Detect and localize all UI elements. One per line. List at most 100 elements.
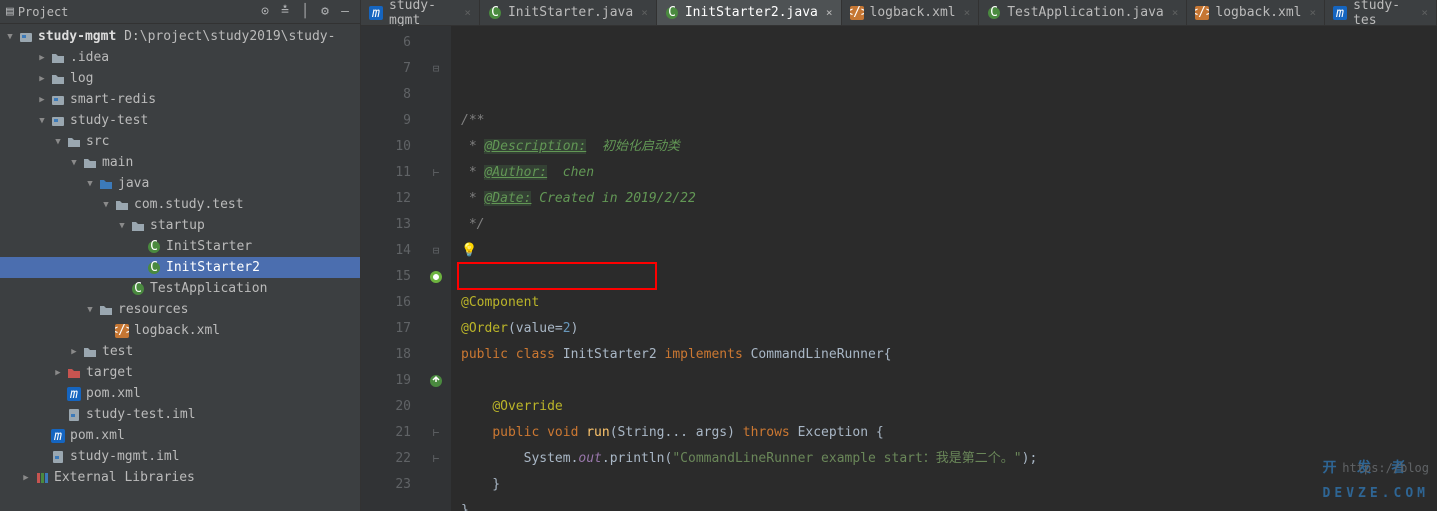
code-line[interactable] — [461, 368, 1437, 394]
expand-icon[interactable]: │ — [296, 3, 314, 21]
close-icon[interactable]: × — [826, 6, 833, 19]
code-content[interactable]: /** * @Description: 初始化启动类 * @Author: ch… — [451, 26, 1437, 511]
gutter-marker: ⊟ — [421, 238, 451, 264]
tab-study-tes[interactable]: mstudy-tes× — [1325, 0, 1437, 25]
tab-logback-xml[interactable]: </>logback.xml× — [842, 0, 980, 25]
line-number: 23 — [361, 472, 411, 498]
tree-item-target[interactable]: ▶target — [0, 362, 360, 383]
iml-icon — [66, 407, 82, 423]
tab-testapplication-java[interactable]: CTestApplication.java× — [979, 0, 1187, 25]
close-icon[interactable]: × — [1172, 6, 1179, 19]
line-number: 8 — [361, 82, 411, 108]
code-line[interactable]: */ — [461, 212, 1437, 238]
tree-item-resources[interactable]: ▼resources — [0, 299, 360, 320]
close-icon[interactable]: × — [641, 6, 648, 19]
svg-text:C: C — [491, 6, 499, 20]
chevron-right-icon[interactable]: ▶ — [36, 95, 48, 105]
code-line[interactable]: * @Description: 初始化启动类 — [461, 134, 1437, 160]
tree-item-study-test-iml[interactable]: study-test.iml — [0, 404, 360, 425]
tree-item-initstarter2[interactable]: CInitStarter2 — [0, 257, 360, 278]
code-line[interactable]: } — [461, 498, 1437, 511]
close-icon[interactable]: × — [964, 6, 971, 19]
gutter-marker: ⊢ — [421, 160, 451, 186]
tree-item-test[interactable]: ▶test — [0, 341, 360, 362]
tab-study-mgmt[interactable]: mstudy-mgmt× — [361, 0, 480, 25]
tree-item-startup[interactable]: ▼ startup — [0, 215, 360, 236]
tree-item-src[interactable]: ▼src — [0, 131, 360, 152]
tree-item-initstarter[interactable]: CInitStarter — [0, 236, 360, 257]
tab-label: InitStarter2.java — [685, 5, 818, 20]
folder-icon — [66, 134, 82, 150]
tab-logback-xml[interactable]: </>logback.xml× — [1187, 0, 1325, 25]
chevron-down-icon[interactable]: ▼ — [36, 116, 48, 126]
tree-item-label: startup — [150, 218, 205, 233]
chevron-down-icon[interactable]: ▼ — [116, 221, 128, 231]
line-number-gutter: 67891011121314151617181920212223 — [361, 26, 421, 511]
class-icon: C — [488, 6, 502, 20]
chevron-down-icon[interactable]: ▼ — [52, 137, 64, 147]
tree-item-main[interactable]: ▼main — [0, 152, 360, 173]
project-tree[interactable]: ▼study-mgmt D:\project\study2019\study-▶… — [0, 24, 360, 511]
chevron-down-icon[interactable]: ▼ — [100, 200, 112, 210]
gutter-marker — [421, 264, 451, 290]
tree-item-external-libraries[interactable]: ▶External Libraries — [0, 467, 360, 488]
chevron-right-icon[interactable]: ▶ — [68, 347, 80, 357]
code-line[interactable]: System.out.println("CommandLineRunner ex… — [461, 446, 1437, 472]
tree-root[interactable]: ▼study-mgmt D:\project\study2019\study- — [0, 26, 360, 47]
tree-item-label: TestApplication — [150, 281, 267, 296]
lib-icon — [34, 470, 50, 486]
chevron-right-icon[interactable]: ▶ — [52, 368, 64, 378]
code-line[interactable]: public class InitStarter2 implements Com… — [461, 342, 1437, 368]
close-icon[interactable]: × — [464, 6, 471, 19]
tree-item-java[interactable]: ▼java — [0, 173, 360, 194]
chevron-down-icon[interactable]: ▼ — [68, 158, 80, 168]
fold-end-icon: ⊢ — [433, 160, 440, 186]
chevron-down-icon[interactable]: ▼ — [84, 305, 96, 315]
code-line[interactable] — [461, 82, 1437, 108]
tab-initstarter-java[interactable]: CInitStarter.java× — [480, 0, 657, 25]
tree-item-testapplication[interactable]: CTestApplication — [0, 278, 360, 299]
code-line[interactable]: @Component — [461, 290, 1437, 316]
code-line[interactable] — [461, 264, 1437, 290]
code-line[interactable]: public void run(String... args) throws E… — [461, 420, 1437, 446]
code-line[interactable]: } — [461, 472, 1437, 498]
fold-gutter: ⊟⊢⊟⊢⊢ — [421, 26, 451, 511]
code-line[interactable]: 💡 — [461, 238, 1437, 264]
tree-item-com-study-test[interactable]: ▼ com.study.test — [0, 194, 360, 215]
tree-item-study-test[interactable]: ▼study-test — [0, 110, 360, 131]
chevron-down-icon[interactable]: ▼ — [84, 179, 96, 189]
tree-item-label: .idea — [70, 50, 109, 65]
tree-item--idea[interactable]: ▶ .idea — [0, 47, 360, 68]
code-line[interactable]: @Override — [461, 394, 1437, 420]
code-area: 67891011121314151617181920212223 ⊟⊢⊟⊢⊢ /… — [361, 26, 1437, 511]
scroll-from-source-icon[interactable]: ≛ — [276, 3, 294, 21]
line-number: 15 — [361, 264, 411, 290]
tree-item-label: com.study.test — [134, 197, 244, 212]
tree-item-log[interactable]: ▶log — [0, 68, 360, 89]
tree-item-logback-xml[interactable]: </>logback.xml — [0, 320, 360, 341]
tree-item-pom-xml[interactable]: mpom.xml — [0, 425, 360, 446]
code-line[interactable]: /** — [461, 108, 1437, 134]
close-icon[interactable]: × — [1309, 6, 1316, 19]
code-line[interactable]: * @Author: chen — [461, 160, 1437, 186]
gutter-marker — [421, 186, 451, 212]
hide-icon[interactable]: — — [336, 3, 354, 21]
code-line[interactable]: @Order(value=2) — [461, 316, 1437, 342]
close-icon[interactable]: × — [1421, 6, 1428, 19]
gear-icon[interactable]: ⚙ — [316, 3, 334, 21]
chevron-right-icon[interactable]: ▶ — [36, 53, 48, 63]
chevron-down-icon[interactable]: ▼ — [4, 32, 16, 42]
tree-item-pom-xml[interactable]: mpom.xml — [0, 383, 360, 404]
tab-initstarter2-java[interactable]: CInitStarter2.java× — [657, 0, 842, 25]
folder-icon — [82, 344, 98, 360]
tree-item-smart-redis[interactable]: ▶smart-redis — [0, 89, 360, 110]
folder-icon — [50, 50, 66, 66]
project-sidebar: ▤ Project ⊙ ≛ │ ⚙ — ▼study-mgmt D:\proje… — [0, 0, 361, 511]
chevron-right-icon[interactable]: ▶ — [20, 473, 32, 483]
gutter-marker: ⊢ — [421, 446, 451, 472]
code-line[interactable]: * @Date: Created in 2019/2/22 — [461, 186, 1437, 212]
collapse-icon[interactable]: ⊙ — [256, 3, 274, 21]
svg-text:</>: </> — [850, 6, 864, 20]
chevron-right-icon[interactable]: ▶ — [36, 74, 48, 84]
tree-item-study-mgmt-iml[interactable]: study-mgmt.iml — [0, 446, 360, 467]
